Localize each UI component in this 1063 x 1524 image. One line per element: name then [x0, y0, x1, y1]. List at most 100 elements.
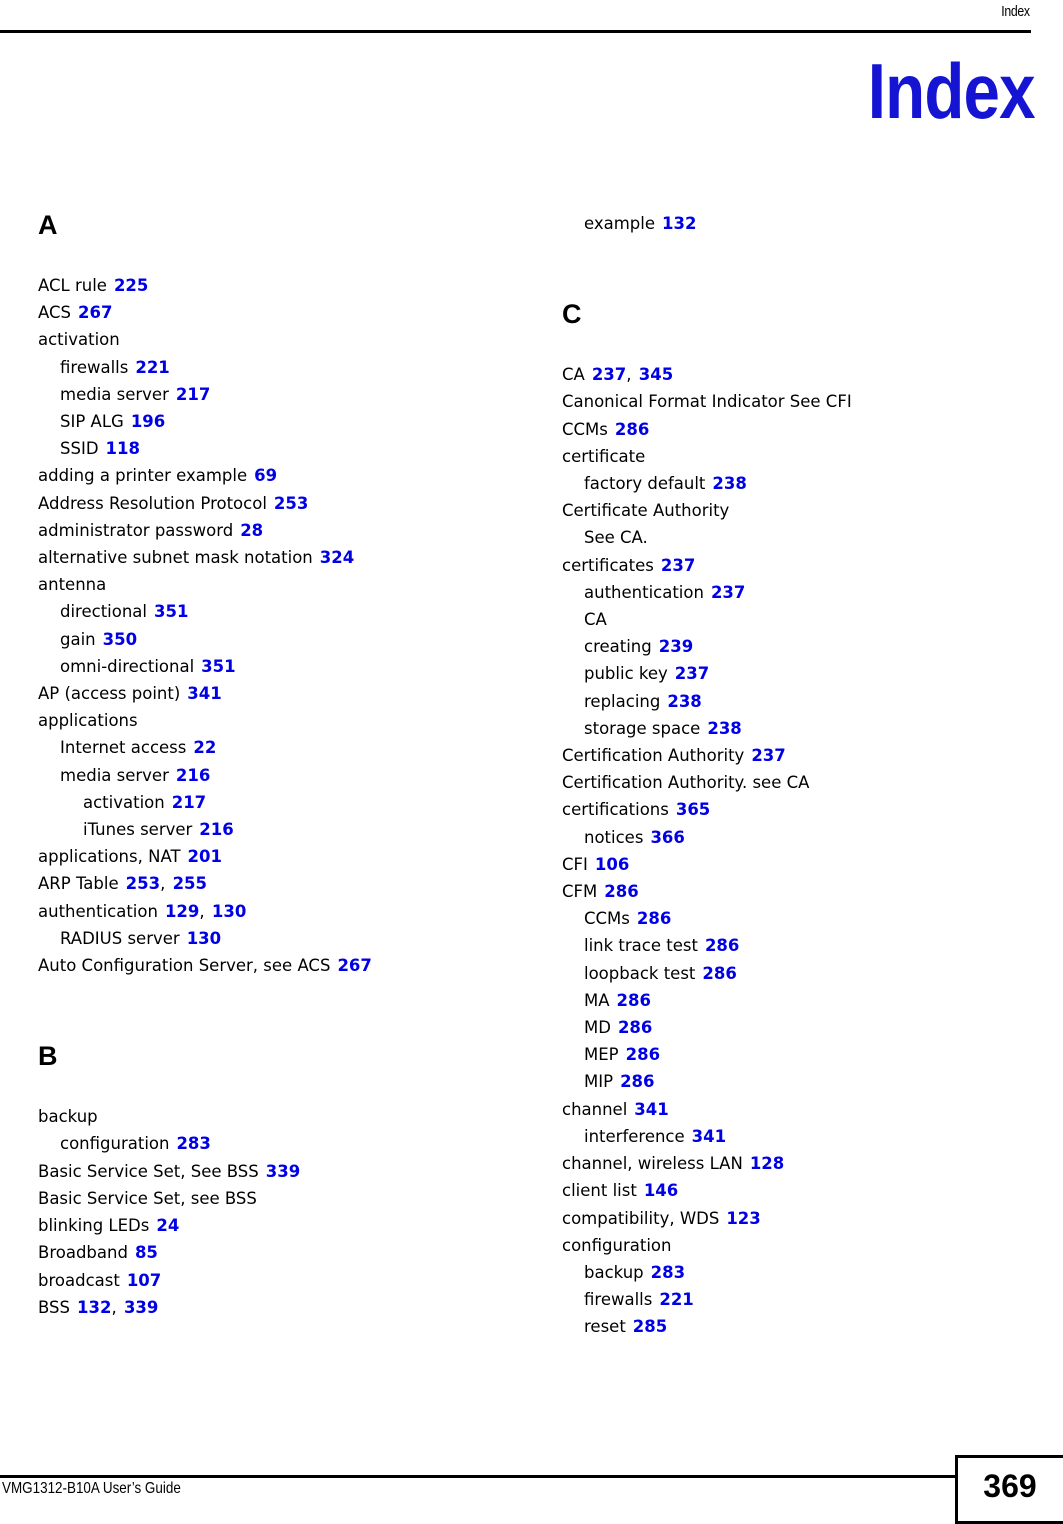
index-entry-pages: 283 — [651, 1263, 685, 1282]
page-link[interactable]: 285 — [633, 1317, 667, 1336]
index-entry: MEP 286 — [562, 1041, 1032, 1068]
page-link[interactable]: 351 — [201, 657, 235, 676]
index-entry-term: ACS — [38, 303, 71, 323]
page-link[interactable]: 283 — [651, 1263, 685, 1282]
index-entry-pages: 286 — [617, 991, 651, 1010]
index-entry-pages: 341 — [187, 684, 221, 703]
index-entry: blinking LEDs 24 — [38, 1212, 508, 1239]
page-link[interactable]: 339 — [124, 1298, 158, 1317]
index-entry-pages: 238 — [667, 692, 701, 711]
index-entry-term: SIP ALG — [60, 412, 124, 432]
page-link[interactable]: 221 — [659, 1290, 693, 1309]
page-link[interactable]: 238 — [712, 474, 746, 493]
page-link[interactable]: 129 — [165, 902, 199, 921]
page-link[interactable]: 216 — [199, 820, 233, 839]
page-separator: , — [160, 874, 166, 894]
page-link[interactable]: 286 — [705, 936, 739, 955]
index-entry-term: Canonical Format Indicator See CFI — [562, 392, 852, 412]
page-link[interactable]: 238 — [707, 719, 741, 738]
index-entry: CFM 286 — [562, 878, 1032, 905]
index-entry-pages: 217 — [176, 385, 210, 404]
page-separator: , — [199, 901, 205, 921]
page-link[interactable]: 201 — [188, 847, 222, 866]
page-link[interactable]: 130 — [212, 902, 246, 921]
page-link[interactable]: 366 — [650, 828, 684, 847]
page-link[interactable]: 341 — [187, 684, 221, 703]
index-entry-term: BSS — [38, 1297, 70, 1317]
page-link[interactable]: 22 — [193, 738, 216, 757]
page-link[interactable]: 365 — [676, 800, 710, 819]
index-entry: interference 341 — [562, 1123, 1032, 1150]
page-link[interactable]: 123 — [726, 1209, 760, 1228]
page-link[interactable]: 286 — [637, 909, 671, 928]
index-entry: certificates 237 — [562, 552, 1032, 579]
index-entry: CCMs 286 — [562, 416, 1032, 443]
index-group: C CA 237, 345 Canonical Format Indicator Se… — [562, 299, 1032, 1340]
page-link[interactable]: 217 — [176, 385, 210, 404]
page-link[interactable]: 286 — [615, 420, 649, 439]
page-link[interactable]: 237 — [675, 664, 709, 683]
page-link[interactable]: 286 — [626, 1045, 660, 1064]
page-link[interactable]: 238 — [667, 692, 701, 711]
page-link[interactable]: 132 — [77, 1298, 111, 1317]
page-link[interactable]: 69 — [254, 466, 277, 485]
index-entry-pages: 286 — [637, 909, 671, 928]
index-entry-term: interference — [584, 1126, 685, 1146]
page-link[interactable]: 350 — [103, 630, 137, 649]
index-group-letter: B — [38, 1041, 58, 1072]
page-link[interactable]: 286 — [617, 991, 651, 1010]
page-link[interactable]: 253 — [274, 494, 308, 513]
index-entry-term: broadcast — [38, 1270, 120, 1290]
running-header: Index — [0, 0, 1063, 42]
index-entry: MD 286 — [562, 1014, 1032, 1041]
index-entry-term: CCMs — [562, 419, 608, 439]
page-link[interactable]: 24 — [156, 1216, 179, 1235]
page-link[interactable]: 107 — [127, 1271, 161, 1290]
index-entry: channel, wireless LAN 128 — [562, 1150, 1032, 1177]
page-link[interactable]: 217 — [172, 793, 206, 812]
page-link[interactable]: 283 — [176, 1134, 210, 1153]
page-link[interactable]: 132 — [662, 214, 696, 233]
page-link[interactable]: 237 — [592, 365, 626, 384]
page-link[interactable]: 286 — [618, 1018, 652, 1037]
page-link[interactable]: 118 — [106, 439, 140, 458]
index-entry-term: CCMs — [584, 909, 630, 929]
page-link[interactable]: 267 — [78, 303, 112, 322]
index-entry-pages: 239 — [659, 637, 693, 656]
page-link[interactable]: 345 — [639, 365, 673, 384]
page-link[interactable]: 237 — [751, 746, 785, 765]
index-entry-pages: 107 — [127, 1271, 161, 1290]
page-link[interactable]: 341 — [634, 1100, 668, 1119]
page-link[interactable]: 286 — [620, 1072, 654, 1091]
index-entry-pages: 341 — [634, 1100, 668, 1119]
page-link[interactable]: 255 — [173, 874, 207, 893]
page-link[interactable]: 28 — [240, 521, 263, 540]
page-link[interactable]: 253 — [126, 874, 160, 893]
index-entry: firewalls 221 — [562, 1286, 1032, 1313]
page-link[interactable]: 286 — [702, 964, 736, 983]
page-link[interactable]: 225 — [114, 276, 148, 295]
page-link[interactable]: 286 — [604, 882, 638, 901]
page-link[interactable]: 128 — [750, 1154, 784, 1173]
page-link[interactable]: 324 — [320, 548, 354, 567]
page-link[interactable]: 237 — [661, 556, 695, 575]
index-entry-pages: 196 — [131, 412, 165, 431]
page-link[interactable]: 341 — [692, 1127, 726, 1146]
page-link[interactable]: 130 — [187, 929, 221, 948]
page-link[interactable]: 237 — [711, 583, 745, 602]
page-link[interactable]: 239 — [659, 637, 693, 656]
page-link[interactable]: 351 — [154, 602, 188, 621]
index-entry: notices 366 — [562, 824, 1032, 851]
page-link[interactable]: 146 — [644, 1181, 678, 1200]
page-link[interactable]: 339 — [266, 1162, 300, 1181]
page-link[interactable]: 221 — [135, 358, 169, 377]
page-link[interactable]: 196 — [131, 412, 165, 431]
page-link[interactable]: 85 — [135, 1243, 158, 1262]
index-entry-term: public key — [584, 664, 668, 684]
page-link[interactable]: 106 — [595, 855, 629, 874]
index-entry-term: authentication — [584, 582, 704, 602]
page-link[interactable]: 267 — [337, 956, 371, 975]
index-entry: ACS 267 — [38, 299, 508, 326]
page-link[interactable]: 216 — [176, 766, 210, 785]
index-entry-term: notices — [584, 827, 644, 847]
